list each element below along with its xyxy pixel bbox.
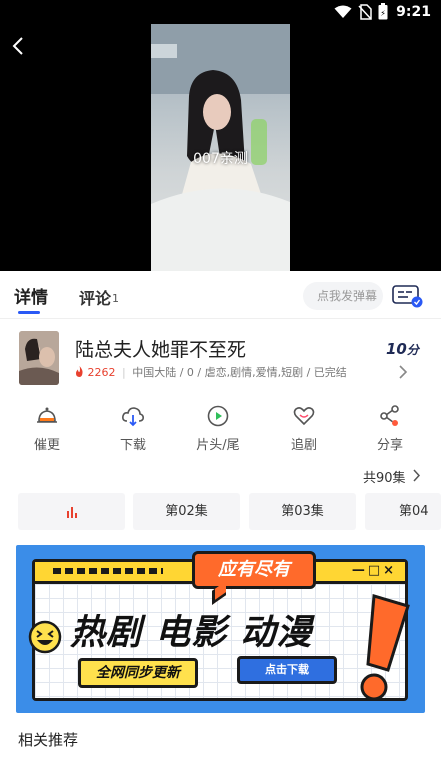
action-label: 下载: [119, 438, 146, 453]
remind-update-button[interactable]: 催更: [14, 400, 80, 453]
share-icon: [380, 405, 399, 426]
flame-icon: [76, 366, 83, 377]
wifi-icon: [334, 5, 352, 18]
drama-score: 10分: [386, 340, 419, 358]
banner-bubble: 应有尽有: [192, 551, 316, 589]
action-bar: 催更 下载 片头/尾 追剧 分享: [0, 400, 441, 458]
banner-dashes: [53, 568, 163, 574]
episode-total[interactable]: 共90集: [363, 467, 406, 486]
heart-icon: [293, 407, 315, 426]
drama-meta: 2262 | 中国大陆 / 0 / 虐恋,剧情,爱情,短剧 / 已完结: [75, 364, 347, 380]
action-label: 分享: [376, 438, 403, 453]
danmaku-input[interactable]: 点我发弹幕: [303, 282, 383, 310]
video-player[interactable]: ⚡ 9:21 007亲测: [0, 0, 441, 271]
score-unit: 分: [406, 343, 419, 357]
episode-item[interactable]: 第03集: [249, 493, 356, 530]
score-value: 10: [386, 340, 407, 358]
back-arrow-icon[interactable]: [8, 34, 30, 58]
tab-active-indicator: [18, 311, 40, 314]
battery-icon: ⚡: [378, 3, 388, 20]
chevron-right-icon[interactable]: [412, 469, 421, 482]
status-time: 9:21: [396, 3, 431, 20]
banner-sync-label: 全网同步更新: [78, 658, 198, 688]
video-frame[interactable]: 007亲测: [151, 24, 290, 271]
banner-headline: 热剧 电影 动漫: [70, 613, 313, 653]
drama-cover: [19, 331, 59, 385]
cloud-download-icon: [122, 407, 144, 427]
exclamation-icon: [360, 594, 410, 701]
drama-title: 陆总夫人她罪不至死: [75, 339, 247, 361]
follow-drama-button[interactable]: 追剧: [271, 400, 337, 453]
action-label: 追剧: [290, 438, 317, 453]
danmaku-toggle-icon[interactable]: [392, 284, 424, 308]
video-caption: 007亲测: [193, 151, 248, 167]
comments-count: 1: [112, 292, 119, 305]
intro-outro-button[interactable]: 片头/尾: [185, 400, 251, 453]
drama-detail-page: ⚡ 9:21 007亲测 详情 评论 1 点我发弹幕 陆总夫人她罪不至死 10分…: [0, 0, 441, 784]
drama-meta-text: 中国大陆 / 0 / 虐恋,剧情,爱情,短剧 / 已完结: [132, 366, 347, 379]
svg-text:⚡: ⚡: [380, 9, 386, 18]
related-recommendations-heading: 相关推荐: [18, 731, 79, 749]
bell-icon: [37, 407, 57, 423]
tab-detail[interactable]: 详情: [14, 283, 48, 308]
laughing-face-icon: [28, 620, 62, 654]
drama-info[interactable]: 陆总夫人她罪不至死 10分 2262 | 中国大陆 / 0 / 虐恋,剧情,爱情…: [0, 320, 441, 390]
banner-window-controls: —□×: [351, 563, 397, 578]
heat-count: 2262: [87, 366, 116, 379]
share-button[interactable]: 分享: [357, 400, 423, 453]
episode-item[interactable]: 第02集: [133, 493, 240, 530]
action-label: 催更: [33, 438, 60, 453]
episode-list: 第02集 第03集 第04: [18, 493, 441, 530]
cover-image: [19, 331, 59, 385]
chevron-right-icon: [399, 365, 408, 379]
status-bar: ⚡ 9:21: [0, 0, 441, 24]
action-label: 片头/尾: [196, 438, 240, 453]
episode-item-playing[interactable]: [18, 493, 125, 530]
banner-download-button[interactable]: 点击下载: [237, 656, 337, 684]
tab-comments[interactable]: 评论: [79, 285, 111, 309]
episode-item[interactable]: 第04: [365, 493, 441, 530]
status-icons: ⚡ 9:21: [334, 3, 431, 20]
play-circle-icon: [207, 405, 229, 427]
download-button[interactable]: 下载: [100, 400, 166, 453]
no-sim-icon: [358, 3, 372, 20]
detail-tabs: 详情 评论 1 点我发弹幕: [0, 271, 441, 319]
now-playing-icon: [66, 506, 77, 518]
